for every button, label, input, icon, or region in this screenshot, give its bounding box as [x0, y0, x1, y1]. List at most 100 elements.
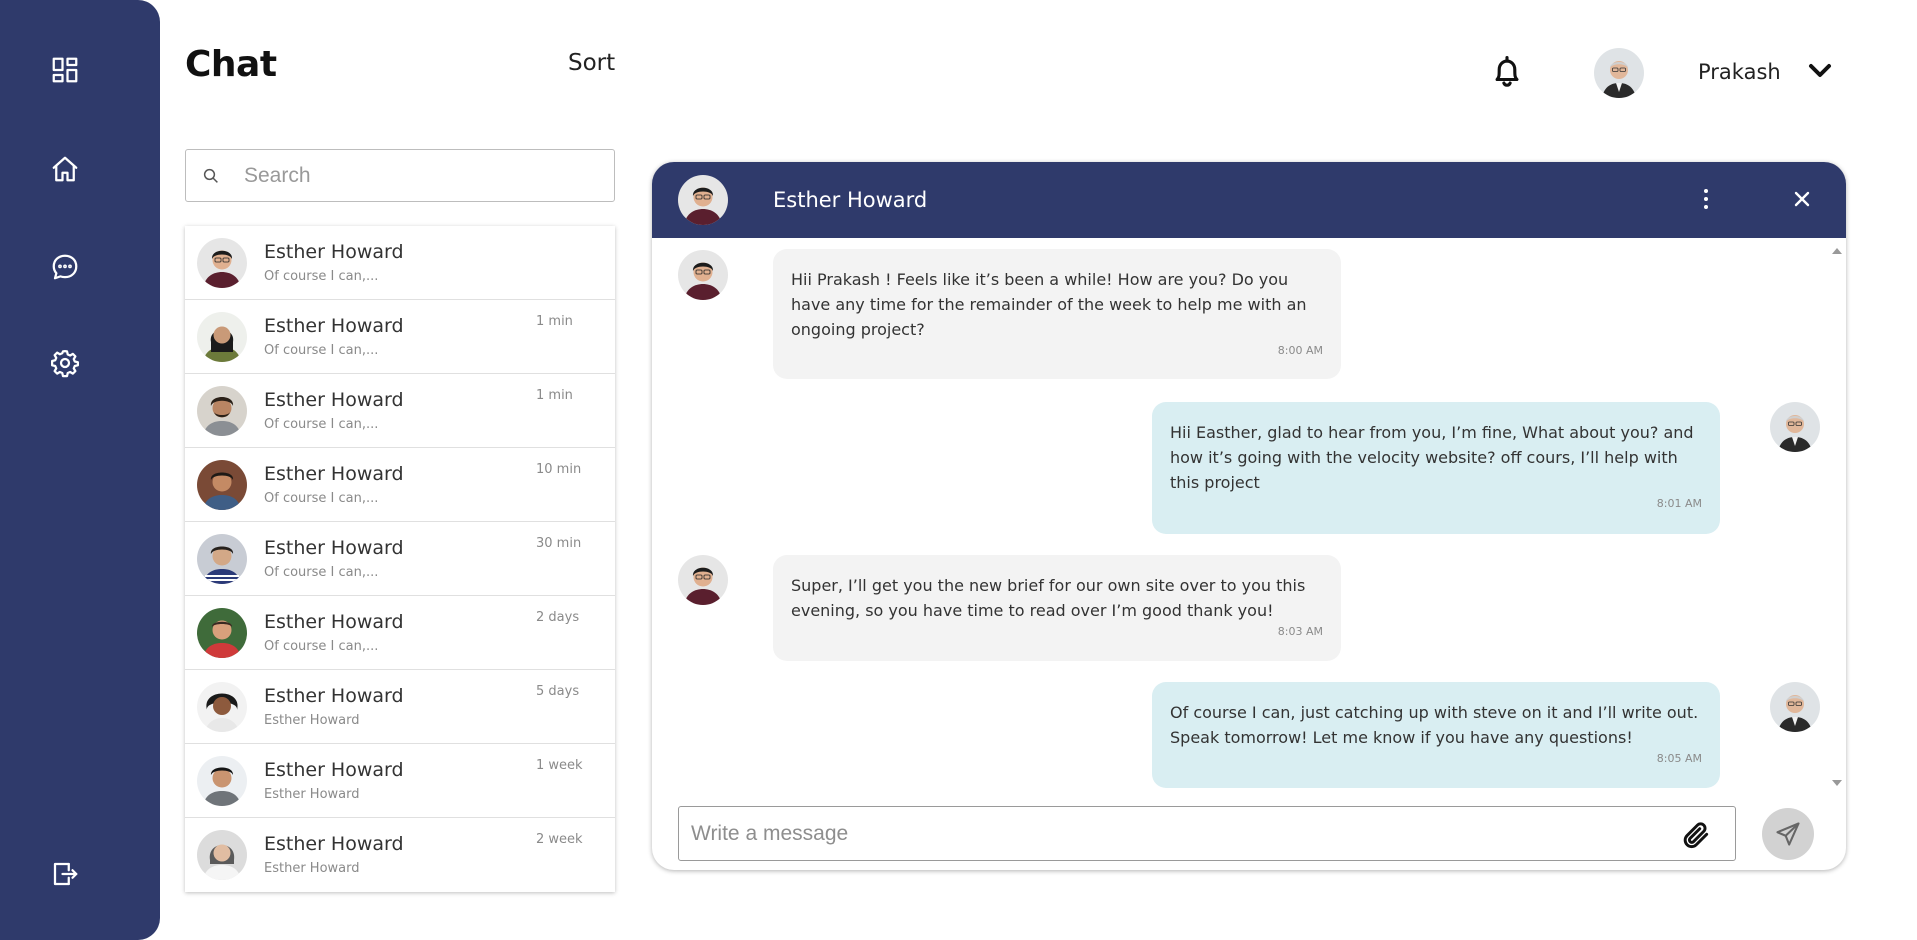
scroll-up-arrow-icon[interactable] [1832, 248, 1842, 254]
avatar [197, 238, 247, 288]
conversation-name: Esther Howard [264, 315, 404, 337]
conversation-name: Esther Howard [264, 537, 404, 559]
send-button[interactable] [1762, 808, 1814, 860]
chat-header: Esther Howard [652, 162, 1846, 238]
message-scrollbar[interactable] [1830, 242, 1844, 788]
bell-icon [1495, 55, 1519, 87]
conversation-name: Esther Howard [264, 389, 404, 411]
message-text: Super, I’ll get you the new brief for ou… [791, 576, 1306, 620]
message-thread: Hii Prakash ! Feels like it’s been a whi… [652, 238, 1826, 788]
message-time: 8:00 AM [1277, 344, 1323, 357]
search-box [185, 149, 615, 202]
conversation-name: Esther Howard [264, 685, 404, 707]
user-avatar[interactable] [1594, 48, 1644, 98]
conversation-time: 2 days [536, 610, 580, 625]
conversation-time: 10 min [536, 462, 582, 477]
conversation-time: 1 week [536, 758, 583, 773]
home-icon [52, 156, 78, 182]
contact-name: Esther Howard [773, 188, 928, 212]
sidebar [0, 0, 160, 940]
more-vertical-icon-dot [1704, 197, 1708, 201]
conversation-item[interactable]: Esther Howard Of course I can,... 1 min [185, 374, 615, 448]
scroll-down-arrow-icon[interactable] [1832, 780, 1842, 786]
conversation-preview: Of course I can,... [264, 639, 379, 654]
page-title: Chat [185, 44, 277, 85]
paperclip-icon [1683, 822, 1709, 849]
conversation-time: 1 min [536, 314, 573, 329]
message-time: 8:01 AM [1656, 497, 1702, 510]
message-text: Hii Easther, glad to hear from you, I’m … [1170, 423, 1694, 492]
chat-window: Esther Howard Hii Prakash ! Feels like i… [652, 162, 1846, 870]
settings-icon [51, 350, 79, 378]
conversation-preview: Of course I can,... [264, 417, 379, 432]
avatar [197, 386, 247, 436]
conversation-preview: Esther Howard [264, 787, 360, 802]
message-text: Of course I can, just catching up with s… [1170, 703, 1699, 747]
sort-button[interactable]: Sort [568, 50, 615, 76]
conversation-item[interactable]: Esther Howard Esther Howard 1 week [185, 744, 615, 818]
contact-avatar [678, 175, 728, 225]
avatar [197, 830, 247, 880]
search-input[interactable] [244, 163, 584, 188]
message-time: 8:03 AM [1277, 625, 1323, 638]
send-icon [1776, 822, 1800, 846]
conversation-list: Esther Howard Of course I can,... Esther… [185, 226, 615, 892]
user-name[interactable]: Prakash [1698, 60, 1781, 84]
conversation-time: 30 min [536, 536, 582, 551]
message-composer [678, 806, 1736, 861]
avatar [197, 312, 247, 362]
conversation-preview: Of course I can,... [264, 491, 379, 506]
message-time: 8:05 AM [1656, 752, 1702, 765]
sidebar-item-dashboard[interactable] [48, 53, 82, 87]
avatar [197, 756, 247, 806]
conversation-preview: Of course I can,... [264, 269, 379, 284]
conversation-time: 1 min [536, 388, 573, 403]
avatar [1770, 402, 1820, 452]
conversation-item[interactable]: Esther Howard Of course I can,... 10 min [185, 448, 615, 522]
conversation-item[interactable]: Esther Howard Esther Howard 5 days [185, 670, 615, 744]
conversation-preview: Esther Howard [264, 861, 360, 876]
conversation-name: Esther Howard [264, 759, 404, 781]
avatar [197, 682, 247, 732]
dashboard-icon [52, 57, 78, 83]
message-text: Hii Prakash ! Feels like it’s been a whi… [791, 270, 1307, 339]
sidebar-item-logout[interactable] [48, 857, 82, 891]
conversation-name: Esther Howard [264, 241, 404, 263]
more-options-button[interactable] [1698, 184, 1714, 214]
conversation-time: 2 week [536, 832, 583, 847]
conversation-name: Esther Howard [264, 611, 404, 633]
message-bubble-incoming: Hii Prakash ! Feels like it’s been a whi… [773, 249, 1341, 379]
notifications-button[interactable] [1490, 52, 1524, 90]
conversation-preview: Of course I can,... [264, 565, 379, 580]
conversation-item[interactable]: Esther Howard Of course I can,... 30 min [185, 522, 615, 596]
conversation-item[interactable]: Esther Howard Of course I can,... 2 days [185, 596, 615, 670]
more-vertical-icon-dot [1704, 205, 1708, 209]
logout-icon [53, 862, 78, 886]
sidebar-item-settings[interactable] [48, 346, 82, 380]
sidebar-item-home[interactable] [48, 152, 82, 186]
search-icon [203, 168, 218, 183]
more-vertical-icon [1704, 189, 1708, 193]
close-icon [1794, 191, 1810, 207]
conversation-item[interactable]: Esther Howard Esther Howard 2 week [185, 818, 615, 892]
chat-app: Chat Sort Prakash Esther Howard Of cours [0, 0, 1917, 940]
avatar [678, 250, 728, 300]
avatar [197, 534, 247, 584]
chevron-down-icon [1809, 64, 1831, 77]
close-chat-button[interactable] [1790, 187, 1814, 211]
conversation-name: Esther Howard [264, 463, 404, 485]
avatar [197, 460, 247, 510]
sidebar-item-chat[interactable] [48, 250, 82, 284]
attach-file-button[interactable] [1679, 819, 1713, 851]
user-menu-toggle[interactable] [1806, 60, 1834, 82]
chat-icon [52, 254, 78, 280]
conversation-name: Esther Howard [264, 833, 404, 855]
message-input[interactable] [691, 821, 1651, 846]
conversation-preview: Esther Howard [264, 713, 360, 728]
conversation-item[interactable]: Esther Howard Of course I can,... [185, 226, 615, 300]
avatar [1770, 682, 1820, 732]
avatar [678, 555, 728, 605]
avatar [197, 608, 247, 658]
conversation-item[interactable]: Esther Howard Of course I can,... 1 min [185, 300, 615, 374]
user-avatar-image [1594, 48, 1644, 98]
